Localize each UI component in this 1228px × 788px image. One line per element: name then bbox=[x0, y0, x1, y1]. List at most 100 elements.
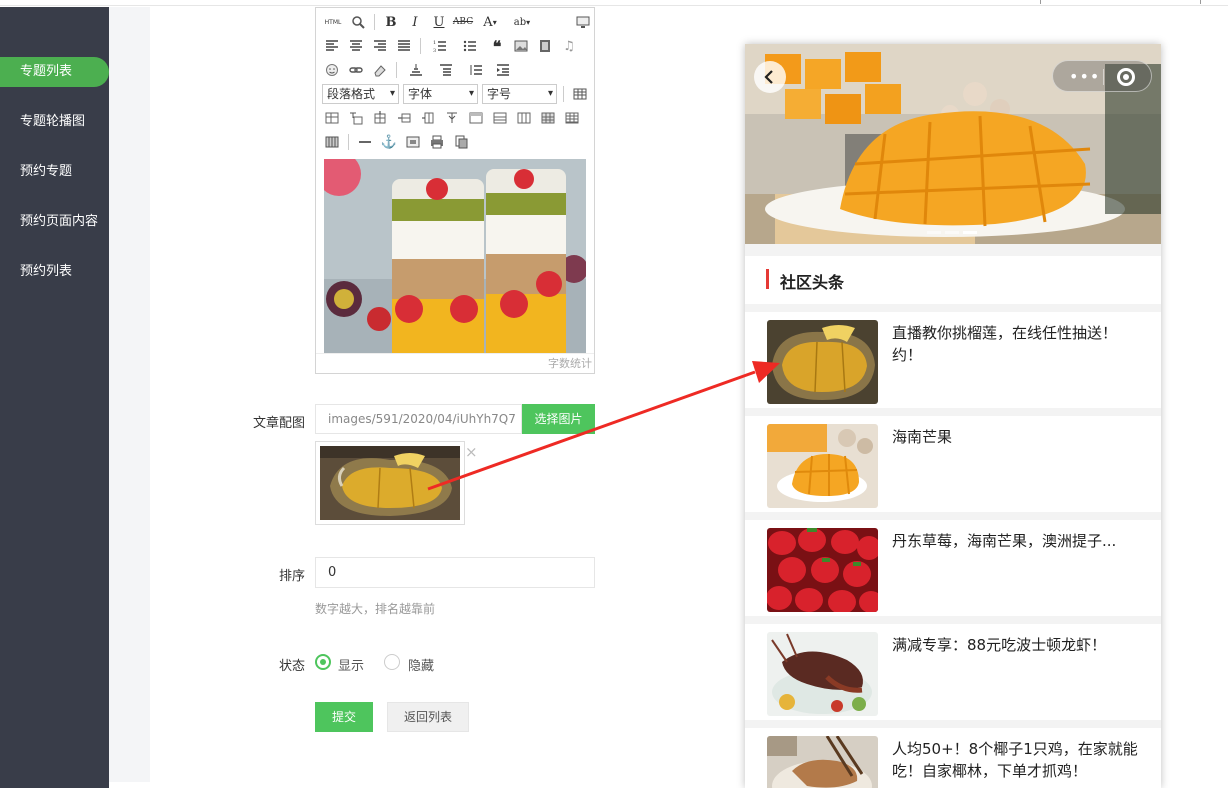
align-right-icon[interactable] bbox=[370, 36, 390, 56]
sidebar-item-booking-page-content[interactable]: 预约页面内容 bbox=[0, 207, 109, 237]
align-center-icon[interactable] bbox=[346, 36, 366, 56]
eraser-icon[interactable] bbox=[370, 60, 390, 80]
toolbar-row: 段落格式 字体 字号 bbox=[322, 83, 590, 105]
preview-icon[interactable] bbox=[348, 12, 368, 32]
insert-frame-icon[interactable] bbox=[403, 132, 423, 152]
table-props-icon[interactable] bbox=[322, 108, 342, 128]
table-style-2-icon[interactable] bbox=[490, 108, 510, 128]
font-size-select[interactable]: 字号 bbox=[482, 84, 557, 104]
status-field-label: 状态 bbox=[278, 659, 305, 674]
html-source-button[interactable]: HTML bbox=[322, 12, 344, 32]
toolbar-separator bbox=[563, 86, 564, 102]
toolbar-separator bbox=[348, 134, 349, 150]
chevron-left-icon bbox=[764, 70, 773, 84]
merge-cells-icon[interactable] bbox=[442, 108, 462, 128]
ordered-list-icon[interactable]: 13 bbox=[427, 36, 453, 56]
news-title: 满减专享：88元吃波士顿龙虾！ bbox=[892, 636, 1107, 654]
strikethrough-icon[interactable]: ABC bbox=[453, 12, 473, 32]
carousel-indicator bbox=[927, 231, 977, 234]
spellcheck-icon[interactable]: ab ▾ bbox=[507, 12, 537, 32]
insert-image-icon[interactable] bbox=[511, 36, 531, 56]
news-item[interactable]: 丹东草莓，海南芒果，澳洲提子... bbox=[745, 520, 1161, 616]
table-caption-icon[interactable] bbox=[346, 108, 366, 128]
news-thumbnail-mango bbox=[767, 424, 878, 508]
mini-program-capsule[interactable]: ••• bbox=[1052, 60, 1152, 92]
toolbar-separator bbox=[420, 38, 421, 54]
delete-col-icon[interactable] bbox=[418, 108, 438, 128]
paragraph-spacing-icon[interactable] bbox=[433, 60, 459, 80]
section-title: 社区头条 bbox=[780, 273, 845, 292]
top-border bbox=[0, 0, 1228, 6]
toolbar-row bbox=[322, 59, 513, 81]
more-menu-icon[interactable]: ••• bbox=[1069, 67, 1100, 86]
news-item[interactable]: 海南芒果 bbox=[745, 416, 1161, 512]
horizontal-rule-icon[interactable] bbox=[355, 132, 375, 152]
editor-footer: 字数统计 bbox=[316, 353, 594, 373]
fullscreen-icon[interactable] bbox=[573, 12, 593, 32]
toolbar-separator bbox=[396, 62, 397, 78]
bold-icon[interactable]: B bbox=[381, 12, 401, 32]
sidebar-item-booking-list[interactable]: 预约列表 bbox=[0, 257, 109, 287]
rich-text-editor[interactable]: HTML B I U ABC A ▾ ab ▾ 13 ❝ ♫ 段落格式 ▾ 字体… bbox=[315, 7, 595, 374]
insert-table-icon[interactable] bbox=[570, 84, 590, 104]
sidebar-item-topic-carousel[interactable]: 专题轮播图 bbox=[0, 107, 109, 137]
toolbar-row: ⚓ bbox=[322, 131, 471, 153]
status-hide-radio[interactable] bbox=[384, 654, 400, 670]
toolbar-row bbox=[322, 107, 582, 129]
italic-icon[interactable]: I bbox=[405, 12, 425, 32]
toolbar-row: 13 ❝ ♫ bbox=[322, 35, 579, 57]
status-show-radio[interactable] bbox=[315, 654, 331, 670]
template-icon[interactable] bbox=[451, 132, 471, 152]
news-item[interactable]: 直播教你挑榴莲，在线任性抽送！约！ bbox=[745, 312, 1161, 408]
news-title: 人均50+！8个椰子1只鸡，在家就能吃！自家椰林，下单才抓鸡！ bbox=[892, 740, 1138, 780]
image-thumbnail bbox=[315, 441, 465, 525]
table-style-3-icon[interactable] bbox=[514, 108, 534, 128]
font-color-icon[interactable]: A ▾ bbox=[477, 12, 503, 32]
toolbar-row: HTML B I U ABC A ▾ ab ▾ bbox=[322, 11, 593, 33]
table-grid-icon[interactable] bbox=[322, 132, 342, 152]
insert-col-icon[interactable] bbox=[394, 108, 414, 128]
insert-row-icon[interactable] bbox=[370, 108, 390, 128]
insert-music-icon[interactable]: ♫ bbox=[559, 36, 579, 56]
remove-image-close-icon[interactable]: × bbox=[465, 443, 478, 461]
insert-video-icon[interactable] bbox=[535, 36, 555, 56]
editor-toolbar: HTML B I U ABC A ▾ ab ▾ 13 ❝ ♫ 段落格式 ▾ 字体… bbox=[316, 8, 594, 154]
emoji-icon[interactable] bbox=[322, 60, 342, 80]
status-show-label: 显示 bbox=[338, 659, 365, 674]
image-path-input[interactable]: images/591/2020/04/iUhYh7Q7 bbox=[315, 404, 522, 434]
align-left-icon[interactable] bbox=[322, 36, 342, 56]
back-to-list-button[interactable]: 返回列表 bbox=[387, 702, 469, 732]
table-style-1-icon[interactable] bbox=[466, 108, 486, 128]
indent-icon[interactable] bbox=[493, 60, 513, 80]
back-button[interactable] bbox=[754, 61, 786, 93]
choose-image-button[interactable]: 选择图片 bbox=[522, 404, 595, 434]
phone-preview: ••• 社区头条 直播教你挑榴莲，在线任性抽送！约！ 海南芒果 丹东草莓，海南芒… bbox=[745, 44, 1161, 788]
align-justify-icon[interactable] bbox=[394, 36, 414, 56]
line-height-icon[interactable] bbox=[403, 60, 429, 80]
sidebar-item-topic-list[interactable]: 专题列表 bbox=[0, 57, 109, 87]
sidebar-item-booking-topic[interactable]: 预约专题 bbox=[0, 157, 109, 187]
print-icon[interactable] bbox=[427, 132, 447, 152]
order-input[interactable]: 0 bbox=[315, 557, 595, 588]
close-target-icon[interactable] bbox=[1117, 68, 1135, 86]
section-header: 社区头条 bbox=[745, 256, 1161, 304]
section-accent-bar bbox=[766, 269, 769, 289]
news-item[interactable]: 人均50+！8个椰子1只鸡，在家就能吃！自家椰林，下单才抓鸡！ bbox=[745, 728, 1161, 788]
table-style-4-icon[interactable] bbox=[538, 108, 558, 128]
anchor-icon[interactable]: ⚓ bbox=[379, 132, 399, 152]
paragraph-format-select[interactable]: 段落格式 bbox=[322, 84, 399, 104]
word-count: 字数统计 bbox=[548, 357, 592, 370]
editor-content-image bbox=[324, 159, 586, 353]
underline-icon[interactable]: U bbox=[429, 12, 449, 32]
row-spacing-icon[interactable] bbox=[463, 60, 489, 80]
submit-button[interactable]: 提交 bbox=[315, 702, 373, 732]
blockquote-icon[interactable]: ❝ bbox=[487, 36, 507, 56]
unordered-list-icon[interactable] bbox=[457, 36, 483, 56]
table-style-5-icon[interactable] bbox=[562, 108, 582, 128]
content-gutter bbox=[109, 7, 150, 782]
link-icon[interactable] bbox=[346, 60, 366, 80]
capsule-divider bbox=[1103, 69, 1104, 85]
news-item[interactable]: 满减专享：88元吃波士顿龙虾！ bbox=[745, 624, 1161, 720]
news-title: 海南芒果 bbox=[892, 428, 953, 446]
font-family-select[interactable]: 字体 bbox=[403, 84, 478, 104]
